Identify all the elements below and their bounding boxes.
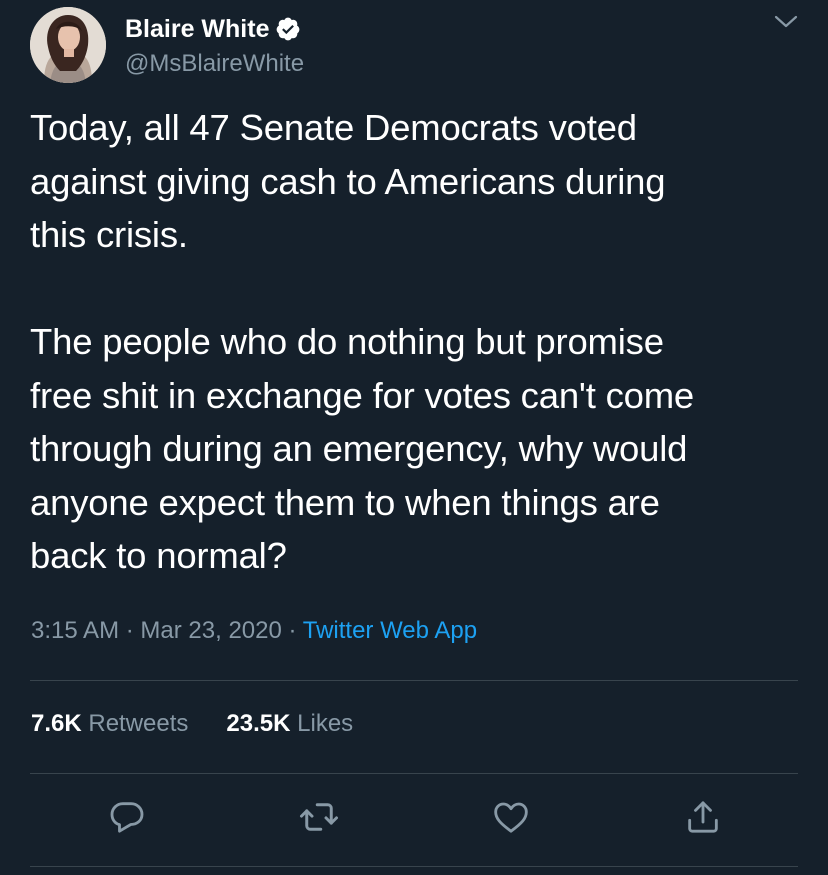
tweet-header: Blaire White @MsBlaireWhite bbox=[30, 6, 800, 86]
tweet-date[interactable]: Mar 23, 2020 bbox=[140, 617, 281, 644]
display-name[interactable]: Blaire White bbox=[125, 15, 269, 44]
reply-button[interactable] bbox=[105, 797, 149, 841]
tweet-time[interactable]: 3:15 AM bbox=[31, 617, 119, 644]
tweet-actions bbox=[0, 797, 828, 847]
verified-badge-icon bbox=[275, 16, 301, 42]
user-handle[interactable]: @MsBlaireWhite bbox=[125, 50, 304, 78]
chevron-down-icon[interactable] bbox=[772, 12, 800, 32]
avatar[interactable] bbox=[30, 7, 106, 83]
tweet-text: Today, all 47 Senate Democrats voted aga… bbox=[30, 107, 695, 576]
retweet-icon bbox=[298, 796, 340, 843]
display-name-row: Blaire White bbox=[125, 12, 301, 46]
share-button[interactable] bbox=[681, 797, 725, 841]
divider bbox=[30, 680, 798, 681]
likes-stat[interactable]: 23.5K Likes bbox=[226, 710, 353, 738]
divider bbox=[30, 773, 798, 774]
retweets-count: 7.6K bbox=[31, 710, 82, 737]
avatar-image bbox=[30, 7, 106, 83]
likes-label: Likes bbox=[297, 710, 354, 737]
reply-icon bbox=[107, 797, 147, 842]
meta-separator: · bbox=[125, 617, 134, 644]
retweets-stat[interactable]: 7.6K Retweets bbox=[31, 710, 188, 738]
retweet-button[interactable] bbox=[297, 797, 341, 841]
retweets-label: Retweets bbox=[88, 710, 189, 737]
meta-separator: · bbox=[288, 617, 297, 644]
tweet-meta: 3:15 AM · Mar 23, 2020 · Twitter Web App bbox=[31, 617, 477, 645]
likes-count: 23.5K bbox=[226, 710, 291, 737]
tweet-detail: Blaire White @MsBlaireWhite Today, all 4… bbox=[0, 0, 828, 875]
divider bbox=[30, 866, 798, 867]
heart-icon bbox=[491, 797, 531, 842]
like-button[interactable] bbox=[489, 797, 533, 841]
tweet-source-link[interactable]: Twitter Web App bbox=[303, 617, 477, 644]
share-icon bbox=[683, 797, 723, 842]
tweet-stats: 7.6K Retweets 23.5K Likes bbox=[31, 710, 391, 738]
